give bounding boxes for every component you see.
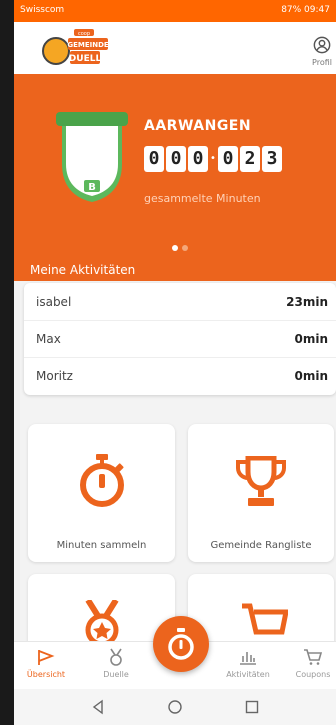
nav-coupons[interactable]: Coupons <box>290 648 336 679</box>
status-right: 87% 09:47 <box>281 5 330 15</box>
nav-label: Aktivitäten <box>226 670 270 679</box>
gemeinde-duell-logo: coop GEMEINDE DUELL <box>42 29 109 65</box>
tile-label: Gemeinde Rangliste <box>210 540 312 551</box>
counter-digit: 3 <box>262 146 282 172</box>
medal-icon <box>110 648 122 666</box>
nav-label: Übersicht <box>26 670 66 679</box>
minutes-counter: 0 0 0 • 0 2 3 <box>144 146 282 172</box>
nav-activities[interactable]: Aktivitäten <box>220 648 276 679</box>
tile-label: Minuten sammeln <box>56 540 147 551</box>
activities-title: Meine Aktivitäten <box>30 263 136 277</box>
stopwatch-icon <box>168 628 194 660</box>
status-bar: Swisscom 87% 09:47 <box>14 0 336 22</box>
profile-button[interactable]: Profil <box>302 36 336 67</box>
svg-text:coop: coop <box>78 31 90 37</box>
member-minutes: 0min <box>294 369 328 383</box>
activities-heading: Meine Aktivitäten <box>14 259 336 281</box>
counter-caption: gesammelte Minuten <box>144 192 261 205</box>
app-screen: Swisscom 87% 09:47 coop GEMEINDE DUELL P… <box>14 0 336 725</box>
stopwatch-icon <box>80 454 124 507</box>
recents-icon[interactable] <box>244 699 260 715</box>
counter-digit: 0 <box>144 146 164 172</box>
counter-digit: 2 <box>240 146 260 172</box>
member-minutes: 23min <box>286 295 328 309</box>
flag-icon <box>38 650 55 665</box>
collect-minutes-tile[interactable]: Minuten sammeln <box>28 424 175 562</box>
carousel-dot[interactable] <box>182 245 188 251</box>
member-name: isabel <box>36 295 72 309</box>
bar-chart-icon <box>240 652 256 665</box>
counter-separator: • <box>210 153 216 164</box>
cart-icon <box>304 649 323 665</box>
counter-digit: 0 <box>218 146 238 172</box>
list-item[interactable]: isabel 23min <box>24 283 336 321</box>
community-ranking-tile[interactable]: Gemeinde Rangliste <box>188 424 334 562</box>
home-icon[interactable] <box>167 699 183 715</box>
svg-text:DUELL: DUELL <box>69 54 102 64</box>
cart-icon <box>242 603 288 635</box>
counter-digit: 0 <box>166 146 186 172</box>
carrier-label: Swisscom <box>20 5 65 15</box>
profile-icon <box>313 36 331 54</box>
member-name: Moritz <box>36 369 73 383</box>
member-name: Max <box>36 332 61 346</box>
carousel-dots[interactable] <box>170 236 190 255</box>
activities-card: isabel 23min Max 0min Moritz 0min <box>24 283 336 395</box>
list-item[interactable]: Max 0min <box>24 320 336 358</box>
svg-text:GEMEINDE: GEMEINDE <box>67 41 109 49</box>
top-app-bar: coop GEMEINDE DUELL Profil <box>14 22 336 74</box>
nav-duels[interactable]: Duelle <box>94 648 138 679</box>
nav-label: Coupons <box>295 670 331 679</box>
member-minutes: 0min <box>294 332 328 346</box>
collect-minutes-fab[interactable] <box>153 616 209 672</box>
svg-text:B: B <box>88 182 96 193</box>
back-icon[interactable] <box>90 699 106 715</box>
shield-badge-icon: B <box>56 112 128 202</box>
list-item[interactable]: Moritz 0min <box>24 357 336 394</box>
counter-digit: 0 <box>188 146 208 172</box>
trophy-icon <box>236 456 286 506</box>
town-name: AARWANGEN <box>144 118 252 134</box>
nav-overview[interactable]: Übersicht <box>24 648 68 679</box>
nav-label: Duelle <box>103 670 129 679</box>
carousel-dot-active[interactable] <box>172 245 178 251</box>
profile-label: Profil <box>312 58 332 67</box>
hero-panel[interactable]: B AARWANGEN 0 0 0 • 0 2 3 gesammelte Min… <box>14 74 336 259</box>
system-navigation-bar <box>14 689 336 725</box>
